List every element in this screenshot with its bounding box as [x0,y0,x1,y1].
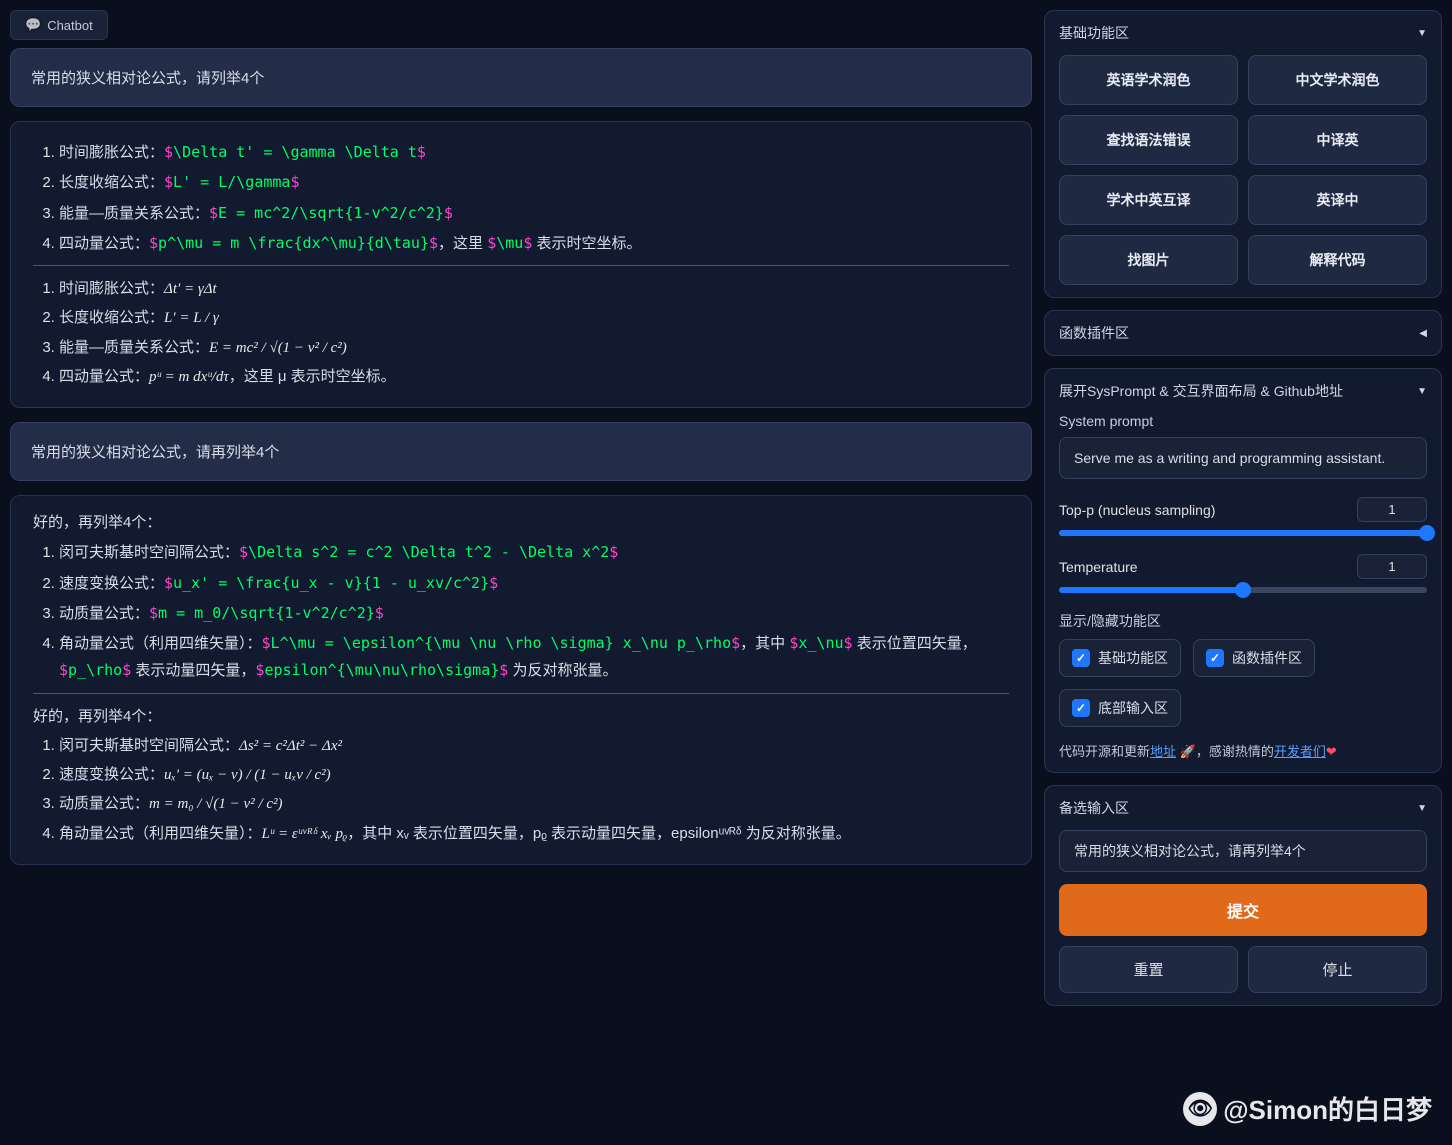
fn-btn-english-polish[interactable]: 英语学术润色 [1059,55,1238,105]
raw-latex-list: 闵可夫斯基时空间隔公式：$\Delta s^2 = c^2 \Delta t^2… [33,539,1009,684]
fn-btn-en-to-zh[interactable]: 英译中 [1248,175,1427,225]
list-item: 能量—质量关系公式：E = mc² / √(1 − v² / c²) [59,335,1009,361]
checkbox-input-area[interactable]: ✓ 底部输入区 [1059,689,1181,727]
submit-button[interactable]: 提交 [1059,884,1427,936]
slider-fill [1059,530,1427,536]
list-item: 时间膨胀公式：Δt' = γΔt [59,276,1009,302]
rendered-math-list: 时间膨胀公式：Δt' = γΔt 长度收缩公式：L' = L / γ 能量—质量… [33,276,1009,390]
list-item: 长度收缩公式：$L' = L/\gamma$ [59,169,1009,196]
tab-bar: 💬 Chatbot [10,10,1032,40]
list-item: 时间膨胀公式：$\Delta t' = \gamma \Delta t$ [59,139,1009,166]
list-item: 四动量公式：$p^\mu = m \frac{dx^\mu}{d\tau}$，这… [59,230,1009,257]
rocket-icon: 🚀 [1180,744,1196,759]
list-item: 能量—质量关系公式：$E = mc^2/\sqrt{1-v^2/c^2}$ [59,200,1009,227]
temperature-value[interactable]: 1 [1357,554,1427,579]
tab-chatbot[interactable]: 💬 Chatbot [10,10,108,40]
check-icon: ✓ [1072,649,1090,667]
list-item: 速度变换公式：$u_x' = \frac{u_x - v}{1 - u_xv/c… [59,570,1009,597]
list-item: 动质量公式：$m = m_0/\sqrt{1-v^2/c^2}$ [59,600,1009,627]
separator [33,265,1009,266]
panel-title: 基础功能区 [1059,23,1129,43]
list-item: 长度收缩公式：L' = L / γ [59,305,1009,331]
fn-btn-zh-to-en[interactable]: 中译英 [1248,115,1427,165]
sysprompt-input[interactable] [1059,437,1427,479]
topp-slider[interactable] [1059,530,1427,536]
separator [33,693,1009,694]
sysprompt-label: System prompt [1059,413,1427,429]
fn-btn-grammar-check[interactable]: 查找语法错误 [1059,115,1238,165]
reset-button[interactable]: 重置 [1059,946,1238,993]
panel-title: 函数插件区 [1059,323,1129,343]
list-item: 角动量公式（利用四维矢量）：Lᵘ = εᵘᵛᴿᵟ xᵥ pᵨ，其中 xᵥ 表示位… [59,821,1009,847]
temperature-slider[interactable] [1059,587,1427,593]
topp-value[interactable]: 1 [1357,497,1427,522]
topp-label: Top-p (nucleus sampling) [1059,502,1215,518]
slider-thumb[interactable] [1235,582,1251,598]
user-message-2: 常用的狭义相对论公式，请再列举4个 [10,422,1032,481]
panel-basic-functions: 基础功能区 ▼ 英语学术润色 中文学术润色 查找语法错误 中译英 学术中英互译 … [1044,10,1442,298]
panel-plugins: 函数插件区 ◀ [1044,310,1442,356]
panel-title: 展开SysPrompt & 交互界面布局 & Github地址 [1059,381,1343,401]
checkbox-plugin-area[interactable]: ✓ 函数插件区 [1193,639,1315,677]
check-icon: ✓ [1206,649,1224,667]
alt-input-field[interactable] [1059,830,1427,872]
user-message-1: 常用的狭义相对论公式，请列举4个 [10,48,1032,107]
chat-icon: 💬 [25,17,41,33]
panel-header-plugins[interactable]: 函数插件区 ◀ [1059,323,1427,343]
list-item: 角动量公式（利用四维矢量）：$L^\mu = \epsilon^{\mu \nu… [59,630,1009,685]
panel-title: 备选输入区 [1059,798,1129,818]
github-link[interactable]: 地址 [1150,744,1176,759]
list-item: 动质量公式：m = m₀ / √(1 − v² / c²) [59,791,1009,817]
list-item: 四动量公式：pᵘ = m dxᵘ/dτ，这里 μ 表示时空坐标。 [59,364,1009,390]
chevron-down-icon: ▼ [1417,28,1427,39]
rendered-math-list: 闵可夫斯基时空间隔公式：Δs² = c²Δt² − Δx² 速度变换公式：uₓ'… [33,733,1009,847]
bot-message-1: 时间膨胀公式：$\Delta t' = \gamma \Delta t$ 长度收… [10,121,1032,408]
function-button-grid: 英语学术润色 中文学术润色 查找语法错误 中译英 学术中英互译 英译中 找图片 … [1059,55,1427,285]
toggle-section-label: 显示/隐藏功能区 [1059,611,1427,631]
panel-header-sysprompt[interactable]: 展开SysPrompt & 交互界面布局 & Github地址 ▼ [1059,381,1427,401]
tab-label: Chatbot [47,18,93,33]
intro-text: 好的，再列举4个： [33,510,1009,536]
fn-btn-chinese-polish[interactable]: 中文学术润色 [1248,55,1427,105]
chevron-down-icon: ▼ [1417,386,1427,397]
list-item: 闵可夫斯基时空间隔公式：Δs² = c²Δt² − Δx² [59,733,1009,759]
slider-fill [1059,587,1243,593]
chevron-left-icon: ◀ [1419,328,1427,339]
temperature-label: Temperature [1059,559,1138,575]
bot-message-2: 好的，再列举4个： 闵可夫斯基时空间隔公式：$\Delta s^2 = c^2 … [10,495,1032,865]
credit-line: 代码开源和更新地址 🚀，感谢热情的开发者们❤ [1059,741,1427,760]
check-icon: ✓ [1072,699,1090,717]
fn-btn-academic-translate[interactable]: 学术中英互译 [1059,175,1238,225]
heart-icon: ❤ [1326,744,1337,759]
slider-thumb[interactable] [1419,525,1435,541]
chevron-down-icon: ▼ [1417,803,1427,814]
raw-latex-list: 时间膨胀公式：$\Delta t' = \gamma \Delta t$ 长度收… [33,139,1009,257]
list-item: 闵可夫斯基时空间隔公式：$\Delta s^2 = c^2 \Delta t^2… [59,539,1009,566]
panel-header-basic[interactable]: 基础功能区 ▼ [1059,23,1427,43]
panel-header-alt-input[interactable]: 备选输入区 ▼ [1059,798,1427,818]
checkbox-basic-area[interactable]: ✓ 基础功能区 [1059,639,1181,677]
chat-area: 常用的狭义相对论公式，请列举4个 时间膨胀公式：$\Delta t' = \ga… [10,48,1032,1135]
panel-sysprompt: 展开SysPrompt & 交互界面布局 & Github地址 ▼ System… [1044,368,1442,773]
list-item: 速度变换公式：uₓ' = (uₓ − v) / (1 − uₓv / c²) [59,762,1009,788]
intro-text-2: 好的，再列举4个： [33,704,1009,730]
fn-btn-find-image[interactable]: 找图片 [1059,235,1238,285]
stop-button[interactable]: 停止 [1248,946,1427,993]
developers-link[interactable]: 开发者们 [1274,744,1326,759]
fn-btn-explain-code[interactable]: 解释代码 [1248,235,1427,285]
panel-alt-input: 备选输入区 ▼ 提交 重置 停止 [1044,785,1442,1006]
